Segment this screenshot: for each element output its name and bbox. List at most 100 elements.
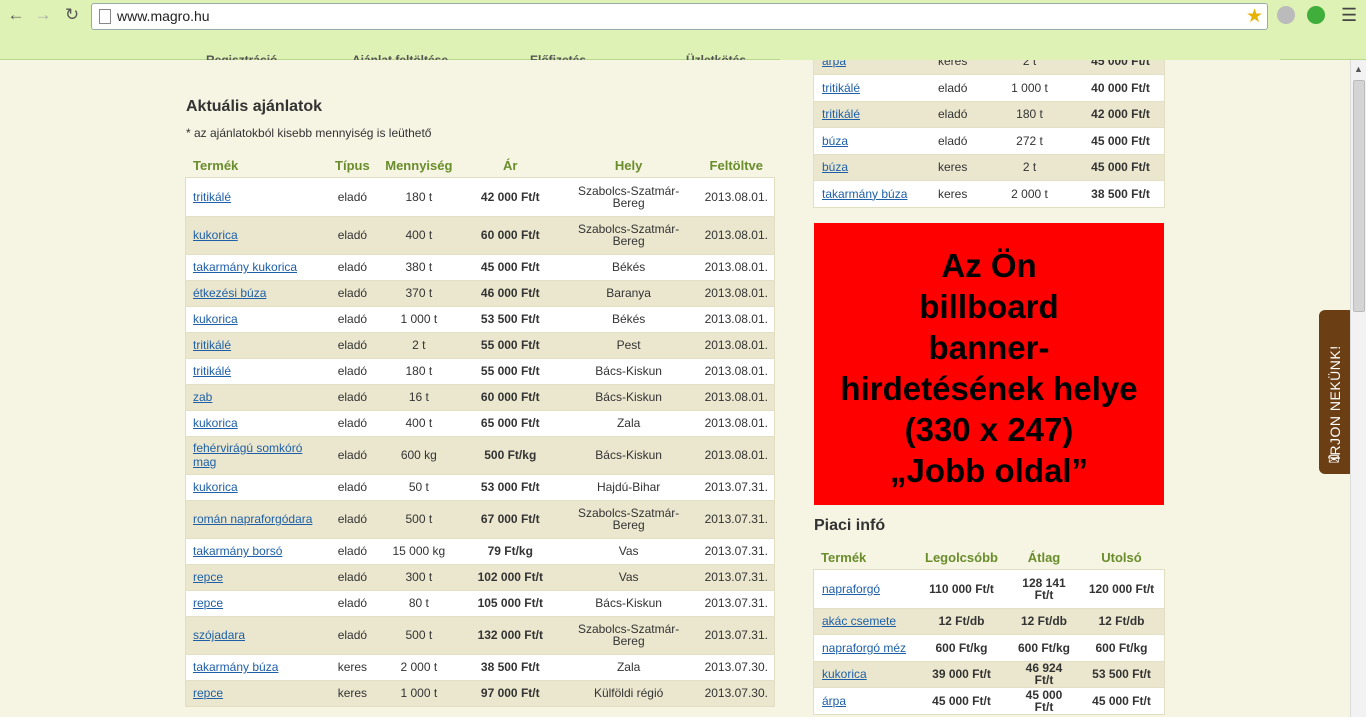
- cell-tipus: eladó: [328, 280, 376, 307]
- table-header: Termék Típus Mennyiség Ár Hely Feltöltve: [186, 152, 774, 178]
- back-icon[interactable]: ←: [6, 5, 26, 25]
- col-termek[interactable]: Termék: [814, 544, 914, 570]
- product-link[interactable]: kukorica: [193, 480, 238, 494]
- cell-hely: Zala: [558, 410, 699, 437]
- cell-tipus: keres: [932, 180, 982, 208]
- product-link[interactable]: szójadara: [193, 628, 245, 642]
- vertical-scrollbar[interactable]: ▲: [1350, 60, 1366, 717]
- cell-ar: 45 000 Ft/t: [461, 254, 559, 281]
- table-row: repce keres 1 000 t 97 000 Ft/t Külföldi rég…: [186, 680, 774, 707]
- scroll-up-icon[interactable]: ▲: [1354, 64, 1363, 74]
- product-link[interactable]: repce: [193, 596, 223, 610]
- cell-termek: árpa: [814, 687, 914, 715]
- product-link[interactable]: takarmány kukorica: [193, 260, 297, 274]
- cell-termek: tritikálé: [186, 358, 329, 385]
- cell-ar: 105 000 Ft/t: [461, 590, 559, 617]
- product-link[interactable]: kukorica: [193, 416, 238, 430]
- col-termek[interactable]: Termék: [186, 152, 329, 178]
- menu-icon[interactable]: ☰: [1341, 6, 1357, 24]
- product-link[interactable]: takarmány borsó: [193, 544, 282, 558]
- scrollbar-thumb[interactable]: [1353, 80, 1365, 312]
- banner-line: Az Ön: [941, 247, 1037, 284]
- cell-termek: kukorica: [186, 474, 329, 501]
- col-ar[interactable]: Ár: [462, 152, 559, 178]
- cell-termek: akác csemete: [814, 608, 914, 635]
- feedback-tab[interactable]: ÍRJON NEKÜNK! ✉: [1319, 310, 1351, 474]
- cell-tipus: eladó: [932, 127, 982, 155]
- cell-mennyiseg: 400 t: [375, 410, 462, 437]
- table-row: kukorica 39 000 Ft/t 46 924 Ft/t 53 500 Ft/…: [814, 661, 1164, 688]
- product-link[interactable]: takarmány búza: [193, 660, 278, 674]
- product-link[interactable]: kukorica: [193, 228, 238, 242]
- col-utolso[interactable]: Utolsó: [1079, 544, 1164, 570]
- table-row: tritikálé eladó 2 t 55 000 Ft/t Pest 2013.08.…: [186, 332, 774, 359]
- billboard-banner[interactable]: Az Ön billboard banner- hirdetésének hel…: [814, 223, 1164, 505]
- product-link[interactable]: tritikálé: [193, 364, 231, 378]
- address-bar[interactable]: www.magro.hu ★: [91, 3, 1268, 30]
- extension-gear-icon[interactable]: [1277, 6, 1295, 24]
- product-link[interactable]: étkezési búza: [193, 286, 266, 300]
- product-link[interactable]: akác csemete: [822, 614, 896, 628]
- cell-termek: kukorica: [186, 306, 329, 333]
- cell-hely: Szabolcs-Szatmár-Bereg: [558, 500, 699, 539]
- col-mennyiseg[interactable]: Mennyiség: [376, 152, 462, 178]
- product-link[interactable]: napraforgó: [822, 582, 880, 596]
- product-link[interactable]: tritikálé: [822, 81, 860, 95]
- col-legolcsobb[interactable]: Legolcsóbb: [914, 544, 1009, 570]
- product-link[interactable]: kukorica: [193, 312, 238, 326]
- cell-ar: 42 000 Ft/t: [461, 178, 559, 217]
- cell-utolso: 45 000 Ft/t: [1079, 687, 1164, 715]
- banner-line: billboard: [919, 288, 1059, 325]
- cell-termek: repce: [186, 680, 329, 707]
- cell-feltoltve: 2013.08.01.: [698, 306, 774, 333]
- table-row: román napraforgódara eladó 500 t 67 000 Ft/…: [186, 500, 774, 539]
- reload-icon[interactable]: ↻: [62, 5, 82, 25]
- cell-legolcsobb: 12 Ft/db: [914, 608, 1009, 635]
- col-hely[interactable]: Hely: [559, 152, 699, 178]
- cell-termek: tritikálé: [814, 101, 932, 128]
- cell-ar: 67 000 Ft/t: [461, 500, 559, 539]
- product-link[interactable]: repce: [193, 686, 223, 700]
- bookmark-star-icon[interactable]: ★: [1246, 5, 1263, 28]
- cell-mennyiseg: 2 t: [982, 154, 1077, 181]
- col-tipus[interactable]: Típus: [329, 152, 376, 178]
- cell-mennyiseg: 370 t: [375, 280, 462, 307]
- cell-termek: román napraforgódara: [186, 500, 329, 539]
- extension-leaf-icon[interactable]: [1307, 6, 1325, 24]
- product-link[interactable]: tritikálé: [193, 338, 231, 352]
- table-row: napraforgó méz 600 Ft/kg 600 Ft/kg 600 Ft/k…: [814, 634, 1164, 662]
- cell-hely: Vas: [558, 564, 699, 591]
- cell-mennyiseg: 1 000 t: [375, 680, 462, 707]
- cell-termek: búza: [814, 127, 932, 155]
- cell-termek: repce: [186, 564, 329, 591]
- cell-ar: 38 500 Ft/t: [1077, 180, 1164, 208]
- product-link[interactable]: búza: [822, 160, 848, 174]
- cell-hely: Békés: [558, 306, 699, 333]
- cell-mennyiseg: 2 000 t: [375, 654, 462, 681]
- cell-mennyiseg: 600 kg: [375, 436, 462, 475]
- product-link[interactable]: takarmány búza: [822, 187, 907, 201]
- forward-icon[interactable]: →: [33, 5, 53, 25]
- product-link[interactable]: zab: [193, 390, 212, 404]
- cell-termek: tritikálé: [186, 178, 329, 217]
- col-feltoltve[interactable]: Feltöltve: [699, 152, 774, 178]
- piaci-table: Termék Legolcsóbb Átlag Utolsó napraforg…: [813, 544, 1165, 715]
- cell-hely: Külföldi régió: [558, 680, 699, 707]
- table-row: búza keres 2 t 45 000 Ft/t: [814, 154, 1164, 181]
- cell-mennyiseg: 2 t: [375, 332, 462, 359]
- product-link[interactable]: búza: [822, 134, 848, 148]
- product-link[interactable]: kukorica: [822, 667, 867, 681]
- product-link[interactable]: tritikálé: [822, 107, 860, 121]
- cell-hely: Hajdú-Bihar: [558, 474, 699, 501]
- product-link[interactable]: árpa: [822, 694, 846, 708]
- product-link[interactable]: román napraforgódara: [193, 512, 312, 526]
- col-atlag[interactable]: Átlag: [1009, 544, 1079, 570]
- table-row: zab eladó 16 t 60 000 Ft/t Bács-Kiskun 2013.0…: [186, 384, 774, 411]
- product-link[interactable]: napraforgó méz: [822, 641, 906, 655]
- product-link[interactable]: tritikálé: [193, 190, 231, 204]
- product-link[interactable]: repce: [193, 570, 223, 584]
- cell-tipus: keres: [932, 154, 982, 181]
- product-link[interactable]: fehérvirágú somkóró mag: [193, 441, 302, 469]
- cell-mennyiseg: 180 t: [375, 178, 462, 217]
- cell-ar: 55 000 Ft/t: [461, 332, 559, 359]
